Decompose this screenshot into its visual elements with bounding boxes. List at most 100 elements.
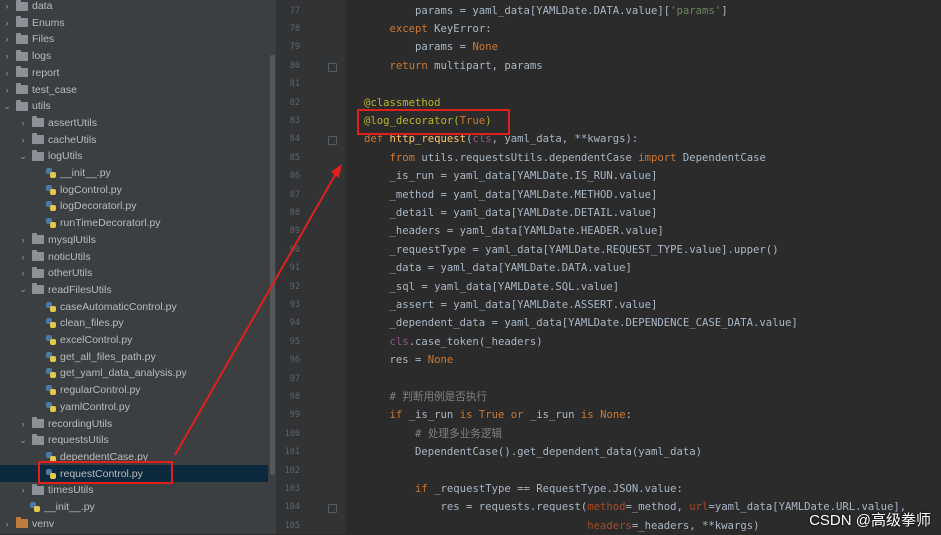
code-token: _headers = yaml_data[YAMLDate.HEADER.val…: [364, 225, 664, 238]
line-number: 100: [284, 428, 300, 439]
tree-file[interactable]: __init__.py: [0, 165, 268, 182]
chevron-down-icon[interactable]: ⌄: [18, 284, 28, 295]
chevron-right-icon[interactable]: ›: [18, 118, 28, 128]
tree-file[interactable]: logControl.py: [0, 181, 268, 198]
chevron-right-icon[interactable]: ›: [18, 419, 28, 429]
chevron-right-icon[interactable]: ›: [18, 268, 28, 278]
line-number: 102: [284, 465, 300, 476]
tree-file[interactable]: logDecoratorl.py: [0, 198, 268, 215]
project-tree-scrollbar-thumb[interactable]: [270, 55, 275, 475]
line-number: 95: [289, 336, 300, 347]
chevron-down-icon[interactable]: ⌄: [18, 435, 28, 446]
tree-folder[interactable]: › venv: [0, 515, 268, 532]
python-file-icon: [30, 502, 40, 513]
tree-file[interactable]: clean_files.py: [0, 315, 268, 332]
tree-folder[interactable]: ⌄ utils: [0, 98, 268, 115]
code-token: from: [389, 151, 416, 164]
tree-file[interactable]: caseAutomaticControl.py: [0, 298, 268, 315]
line-number: 86: [289, 171, 300, 182]
tree-item-label: excelControl.py: [60, 334, 133, 347]
code-token: import: [638, 151, 677, 164]
chevron-right-icon[interactable]: ›: [18, 252, 28, 262]
tree-folder[interactable]: › test_case: [0, 81, 268, 98]
code-editor[interactable]: params = yaml_data[YAMLDate.DATA.value][…: [346, 0, 941, 534]
tree-item-label: assertUtils: [48, 116, 98, 129]
tree-folder[interactable]: ⌄ readFilesUtils: [0, 282, 268, 299]
fold-marker-icon[interactable]: [328, 62, 337, 72]
code-token: url: [689, 501, 709, 514]
fold-marker-icon[interactable]: [328, 504, 337, 514]
tree-folder[interactable]: › logs: [0, 48, 268, 65]
chevron-down-icon[interactable]: ⌄: [2, 101, 12, 112]
tree-item-label: data: [32, 0, 53, 13]
code-token: None: [427, 354, 454, 367]
tree-folder[interactable]: ⌄ requestsUtils: [0, 432, 268, 449]
code-token: _requestType == RequestType.JSON.value:: [427, 482, 683, 495]
code-line: if _is_run is True or _is_run is None:: [364, 407, 632, 424]
python-file-icon: [46, 318, 56, 329]
chevron-right-icon[interactable]: ›: [2, 519, 12, 529]
tree-file[interactable]: regularControl.py: [0, 382, 268, 399]
python-file-icon: [46, 335, 56, 346]
tree-folder[interactable]: › otherUtils: [0, 265, 268, 282]
tree-item-label: clean_files.py: [60, 317, 124, 330]
code-token: or: [510, 409, 524, 422]
chevron-right-icon[interactable]: ›: [2, 51, 12, 61]
line-number: 81: [289, 79, 300, 90]
tree-folder[interactable]: › timesUtils: [0, 482, 268, 499]
tree-folder[interactable]: › report: [0, 65, 268, 82]
code-token: _requestType = yaml_data[YAMLDate.REQUES…: [364, 243, 779, 256]
code-line: _detail = yaml_data[YAMLDate.DETAIL.valu…: [364, 205, 658, 222]
chevron-right-icon[interactable]: ›: [18, 485, 28, 495]
folder-icon: [16, 32, 28, 44]
line-number: 94: [289, 318, 300, 329]
tree-folder[interactable]: › noticUtils: [0, 248, 268, 265]
tree-folder[interactable]: › Files: [0, 31, 268, 48]
folder-icon: [16, 517, 28, 529]
tree-folder[interactable]: › data: [0, 0, 268, 14]
code-token: ]: [721, 4, 728, 17]
code-line: return multipart, params: [364, 58, 543, 75]
chevron-right-icon[interactable]: ›: [2, 34, 12, 44]
chevron-down-icon[interactable]: ⌄: [18, 151, 28, 162]
code-token: multipart, params: [427, 59, 543, 72]
code-token: http_request: [389, 133, 467, 146]
tree-item-label: __init__.py: [60, 167, 111, 180]
code-token: =_method,: [625, 501, 690, 514]
code-line: DependentCase().get_dependent_data(yaml_…: [364, 444, 702, 461]
tree-file[interactable]: get_all_files_path.py: [0, 348, 268, 365]
chevron-right-icon[interactable]: ›: [2, 18, 12, 28]
code-token: :: [625, 409, 632, 422]
tree-folder[interactable]: › recordingUtils: [0, 415, 268, 432]
tree-file[interactable]: get_yaml_data_analysis.py: [0, 365, 268, 382]
line-number: 98: [289, 391, 300, 402]
tree-file[interactable]: excelControl.py: [0, 332, 268, 349]
chevron-right-icon[interactable]: ›: [2, 85, 12, 95]
code-token: _is_run: [523, 409, 581, 422]
chevron-right-icon[interactable]: ›: [18, 135, 28, 145]
tree-file[interactable]: __init__.py: [0, 499, 268, 516]
code-token: if: [415, 482, 428, 495]
code-line: params = yaml_data[YAMLDate.DATA.value][…: [364, 3, 728, 20]
code-line: _method = yaml_data[YAMLDate.METHOD.valu…: [364, 187, 658, 204]
line-number: 84: [289, 134, 300, 145]
tree-folder[interactable]: › assertUtils: [0, 115, 268, 132]
chevron-right-icon[interactable]: ›: [2, 68, 12, 78]
tree-folder[interactable]: ⌄ logUtils: [0, 148, 268, 165]
chevron-right-icon[interactable]: ›: [2, 1, 12, 11]
tree-folder[interactable]: › mysqlUtils: [0, 232, 268, 249]
tree-file[interactable]: yamlControl.py: [0, 399, 268, 416]
fold-marker-icon[interactable]: [328, 136, 337, 146]
chevron-right-icon[interactable]: ›: [18, 235, 28, 245]
tree-folder[interactable]: › cacheUtils: [0, 131, 268, 148]
tree-folder[interactable]: › Enums: [0, 14, 268, 31]
code-token: KeyError:: [427, 22, 492, 35]
code-token: _dependent_data = yaml_data[YAMLDate.DEP…: [364, 317, 798, 330]
tree-file[interactable]: runTimeDecoratorl.py: [0, 215, 268, 232]
folder-icon: [16, 99, 28, 111]
tree-item-label: test_case: [32, 83, 77, 96]
folder-icon: [32, 116, 44, 128]
